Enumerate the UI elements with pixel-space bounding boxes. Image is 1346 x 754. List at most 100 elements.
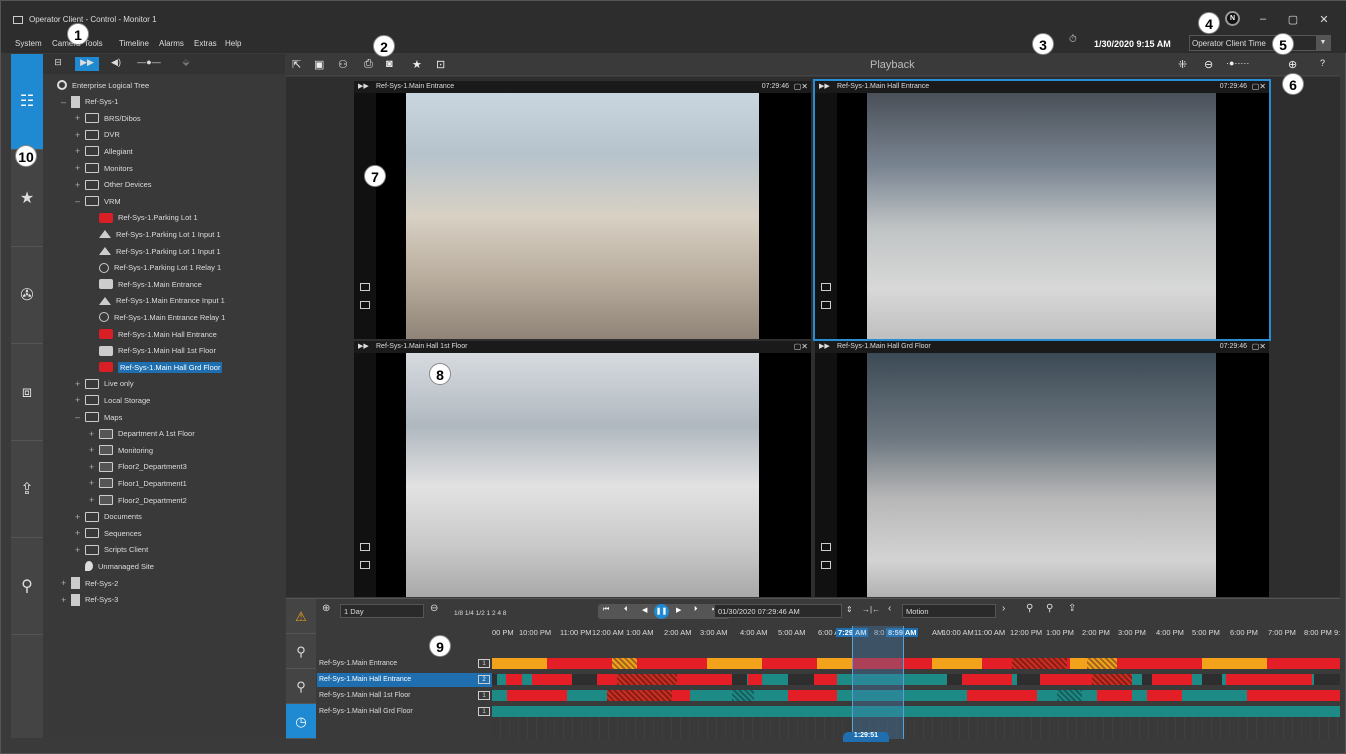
pane-zoom-icon[interactable] [360,543,370,551]
tree-item[interactable]: + Floor2_Department2 [89,492,187,508]
pane-controls[interactable]: ▢✕ [1252,82,1266,91]
forensic-search-icon[interactable]: ⚲ [286,634,316,669]
expand-icon[interactable]: + [75,512,85,522]
tree-item[interactable]: + DVR [75,127,120,143]
tree-item[interactable]: + Monitors [75,160,133,176]
user-avatar[interactable]: N [1225,11,1240,26]
speed-slider-labels[interactable]: 1/8 1/4 1/2 1 2 4 8 [454,610,506,617]
menu-extras[interactable]: Extras [194,39,217,48]
clear-search-icon[interactable]: ⚲ [1046,603,1053,614]
export-icon[interactable]: ⇪ [1068,603,1076,614]
tree-item[interactable]: + Floor1_Department1 [89,475,187,491]
tree-item[interactable]: + Department A 1st Floor [89,426,195,442]
person-search-icon[interactable]: ⚲ [286,669,316,704]
recording-track[interactable] [492,706,1340,717]
zoom-in-icon[interactable]: ⊕ [1288,58,1297,71]
collapse-icon[interactable]: – [75,412,85,422]
image-pane-3[interactable]: ▶▶ Ref-Sys-1.Main Hall 1st Floor ▢✕ [354,341,811,597]
menu-alarms[interactable]: Alarms [159,39,184,48]
monitor-icon[interactable]: ⧈ [11,345,43,441]
track-label[interactable]: Ref-Sys-1.Main Hall Grd Floor 1 [317,705,492,719]
prev-event-icon[interactable]: ‹ [888,603,891,614]
zoom-in-icon[interactable]: ⊕ [322,603,330,614]
print-icon[interactable]: ⎙ [364,58,373,71]
recording-track[interactable] [492,674,1340,685]
alarm-icon[interactable]: ⬙ [179,57,193,71]
expand-icon[interactable]: + [75,379,85,389]
collapse-icon[interactable]: – [61,97,71,107]
logical-tree-icon[interactable]: ☷ [11,54,43,150]
add-favorite-icon[interactable]: ★ [412,58,422,71]
tree-item[interactable]: + Other Devices [75,177,152,193]
pane-zoom-icon[interactable] [360,283,370,291]
expand-icon[interactable]: + [89,478,99,488]
pane-record-icon[interactable] [360,561,370,569]
tree-item[interactable]: + Ref-Sys-3 [61,592,118,608]
instant-playback-icon[interactable]: ⊡ [436,58,445,71]
pane-record-icon[interactable] [360,301,370,309]
expand-icon[interactable]: + [89,445,99,455]
maximize-button[interactable]: ▢ [1283,13,1303,26]
tree-item[interactable]: + Live only [75,376,134,392]
expand-icon[interactable]: + [61,595,71,605]
time-mode-select[interactable]: Operator Client Time ▼ [1189,35,1331,51]
tree-item[interactable]: + Sequences [75,525,142,541]
tree-item[interactable]: + Scripts Client [75,542,148,558]
track-label[interactable]: Ref-Sys-1.Main Hall 1st Floor 1 [317,689,492,703]
menu-system[interactable]: System [15,39,42,48]
image-pane-2[interactable]: ▶▶ Ref-Sys-1.Main Hall Entrance 07:29:46… [813,79,1271,341]
recording-track[interactable] [492,690,1340,701]
tree-item[interactable]: – Ref-Sys-1 [61,94,118,110]
minimize-button[interactable]: – [1253,13,1273,25]
snapshot-icon[interactable]: ◙ [386,58,393,70]
pane-controls[interactable]: ▢✕ [794,82,808,91]
menu-timeline[interactable]: Timeline [119,39,149,48]
range-select[interactable]: 1 Day [340,604,424,618]
chevron-down-icon[interactable]: ▼ [1316,36,1330,50]
pane-controls[interactable]: ▢✕ [1252,342,1266,351]
expand-icon[interactable]: + [75,528,85,538]
tree-item[interactable]: + BRS/Dibos [75,110,141,126]
expand-icon[interactable]: + [75,113,85,123]
tree-item[interactable]: Unmanaged Site [75,558,154,574]
tree-item[interactable]: Ref-Sys-1.Parking Lot 1 Relay 1 [89,260,221,276]
image-pane-4[interactable]: ▶▶ Ref-Sys-1.Main Hall Grd Floor 07:29:4… [815,341,1269,597]
tree-item[interactable]: – Maps [75,409,122,425]
tree-item[interactable]: + Allegiant [75,143,133,159]
tree-collapse-icon[interactable]: ⇱ [292,58,301,71]
collapse-icon[interactable]: – [75,196,85,206]
tree-item[interactable]: Ref-Sys-1.Main Hall Entrance [89,326,217,342]
tree-item[interactable]: + Local Storage [75,392,150,408]
live-mode-icon[interactable]: ⊟ [51,57,65,71]
alarm-list-icon[interactable]: ⚠ [286,599,316,634]
tile-size-slider[interactable]: ·●····· [1226,58,1282,68]
tree-item[interactable]: Ref-Sys-1.Main Entrance Input 1 [89,293,225,309]
expand-icon[interactable]: + [75,545,85,555]
track-label[interactable]: Ref-Sys-1.Main Hall Entrance 2 [317,673,492,687]
pane-zoom-icon[interactable] [821,283,831,291]
expand-icon[interactable]: + [75,146,85,156]
image-pane-1[interactable]: ▶▶ Ref-Sys-1.Main Entrance 07:29:46 ▢✕ [354,81,811,339]
export-icon[interactable]: ⇪ [11,442,43,538]
expand-icon[interactable]: + [61,578,71,588]
reverse-play-icon[interactable]: ◀ [642,606,647,614]
expand-icon[interactable]: + [75,163,85,173]
pane-record-icon[interactable] [821,561,831,569]
search-icon[interactable]: ⚲ [1026,603,1033,614]
tree-item[interactable]: + Floor2_Department3 [89,459,187,475]
timeline-ruler[interactable] [492,717,1340,739]
jump-icon[interactable]: →|← [862,605,880,614]
menu-help[interactable]: Help [225,39,241,48]
pane-zoom-icon[interactable] [821,543,831,551]
tree-item[interactable]: + Documents [75,509,142,525]
step-forward-icon[interactable]: ⏵ [694,606,698,614]
tree-item[interactable]: Enterprise Logical Tree [47,77,149,93]
pause-icon[interactable]: ❚❚ [654,604,669,619]
timeline-icon[interactable]: ◷ [286,704,316,739]
close-button[interactable]: ✕ [1314,13,1334,26]
expand-icon[interactable]: + [89,495,99,505]
expand-icon[interactable]: + [75,130,85,140]
zoom-out-icon[interactable]: ⊖ [1204,58,1213,71]
time-selection[interactable] [852,626,904,739]
expand-icon[interactable]: + [89,429,99,439]
